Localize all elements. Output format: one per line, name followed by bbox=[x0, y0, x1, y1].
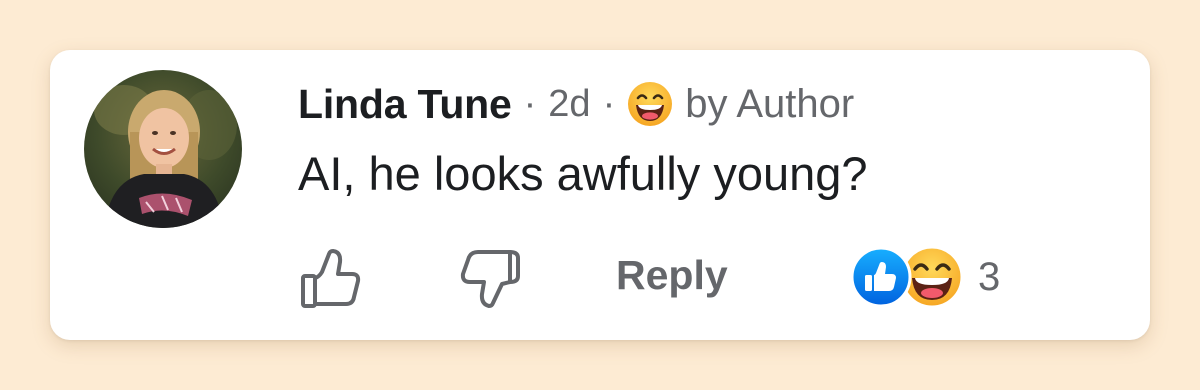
reactions-summary[interactable]: 3 bbox=[850, 242, 1000, 312]
thumbs-down-icon[interactable] bbox=[458, 246, 524, 312]
haha-emoji-icon bbox=[628, 82, 673, 126]
author-name[interactable]: Linda Tune bbox=[298, 81, 512, 128]
comment-card: Linda Tune · 2d · by Author AI, he looks… bbox=[50, 50, 1150, 340]
avatar-photo bbox=[84, 70, 242, 228]
comment-text: AI, he looks awfully young? bbox=[298, 147, 868, 200]
reply-button[interactable]: Reply bbox=[616, 252, 728, 299]
separator-dot: · bbox=[602, 82, 616, 125]
comment-header: Linda Tune · 2d · by Author bbox=[298, 78, 854, 130]
author-badge-label: by Author bbox=[685, 81, 855, 126]
reaction-count: 3 bbox=[978, 254, 1001, 299]
thumbs-up-icon[interactable] bbox=[298, 246, 364, 312]
timestamp[interactable]: 2d bbox=[548, 83, 590, 126]
separator-dot: · bbox=[523, 82, 537, 125]
avatar[interactable] bbox=[84, 70, 242, 228]
like-reaction-icon bbox=[850, 246, 912, 308]
comment-actions: Reply 3 bbox=[298, 242, 1058, 312]
